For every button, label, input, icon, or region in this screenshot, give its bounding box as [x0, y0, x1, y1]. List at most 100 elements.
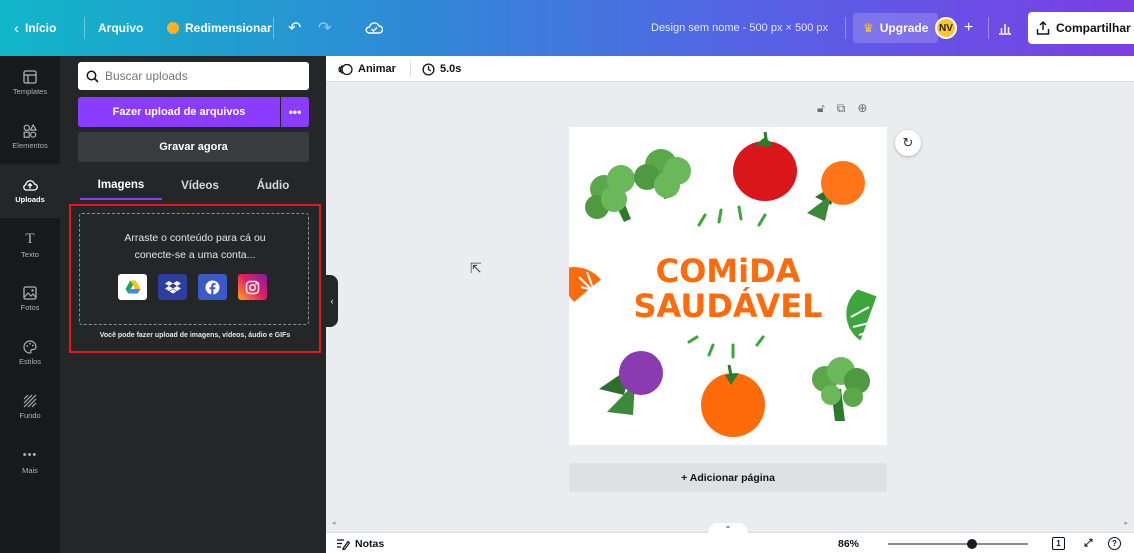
- chevron-left-icon: ‹: [330, 296, 334, 306]
- upload-dropzone[interactable]: Arraste o conteúdo para cá ou conecte-se…: [79, 213, 309, 325]
- resize-button[interactable]: Redimensionar: [167, 0, 272, 56]
- duplicate-page-icon[interactable]: ⧉: [837, 101, 846, 116]
- nav-label: Fundo: [19, 411, 41, 420]
- photos-icon: [23, 286, 37, 300]
- add-collaborator-button[interactable]: +: [964, 0, 973, 56]
- upload-files-button[interactable]: Fazer upload de arquivos: [78, 97, 280, 127]
- collapse-panel-button[interactable]: ‹: [326, 275, 338, 327]
- cloud-save-status[interactable]: [365, 0, 383, 56]
- divider: [988, 17, 989, 39]
- design-page[interactable]: COMiDA SAUDÁVEL: [569, 127, 887, 445]
- duration-button[interactable]: 5.0s: [422, 56, 461, 82]
- google-drive-button[interactable]: [118, 274, 147, 300]
- nav-elements[interactable]: Elementos: [0, 110, 60, 164]
- upload-options-button[interactable]: •••: [281, 97, 309, 127]
- zoom-slider-thumb[interactable]: [967, 539, 977, 549]
- tab-images[interactable]: Imagens: [80, 172, 162, 200]
- fullscreen-button[interactable]: ⤢: [1084, 533, 1092, 553]
- page-count-button[interactable]: 1: [1052, 533, 1065, 553]
- facebook-icon: [205, 280, 220, 295]
- add-page-button[interactable]: + Adicionar página: [569, 463, 887, 492]
- tab-audio[interactable]: Áudio: [243, 172, 303, 200]
- home-button[interactable]: ‹ Início: [14, 0, 56, 56]
- instagram-button[interactable]: [238, 274, 267, 300]
- duration-label: 5.0s: [440, 63, 462, 75]
- upgrade-button[interactable]: ♛ Upgrade: [853, 13, 939, 43]
- nav-background[interactable]: Fundo: [0, 380, 60, 434]
- share-button[interactable]: Compartilhar: [1028, 12, 1134, 44]
- beet-illustration: [599, 351, 663, 415]
- orange-illustration: [701, 364, 765, 437]
- design-name[interactable]: Design sem nome - 500 px × 500 px: [651, 0, 828, 56]
- search-box[interactable]: [78, 62, 309, 90]
- zoom-value[interactable]: 86%: [838, 533, 859, 553]
- dropbox-icon: [164, 281, 181, 294]
- notes-button[interactable]: Notas: [336, 533, 384, 553]
- search-input[interactable]: [105, 69, 295, 83]
- zoom-slider[interactable]: [888, 539, 1028, 549]
- tab-videos[interactable]: Vídeos: [170, 172, 230, 200]
- lock-icon[interactable]: 🔓︎: [817, 101, 825, 116]
- elements-icon: [23, 124, 37, 138]
- expand-pages-button[interactable]: ⌃: [708, 523, 748, 535]
- background-icon: [23, 394, 37, 408]
- divider: [84, 17, 85, 39]
- redo-icon: ↷: [318, 20, 332, 37]
- dropzone-line-2: conecte-se a uma conta...: [134, 249, 256, 261]
- undo-icon: ↶: [288, 20, 302, 37]
- design-title-line-2: SAUDÁVEL: [634, 287, 823, 325]
- broccoli-illustration: [812, 357, 870, 421]
- orange-illustration: [807, 161, 865, 221]
- notes-icon: [337, 538, 350, 550]
- nav-label: Mais: [22, 465, 38, 475]
- scroll-left-icon: ◂: [332, 520, 336, 527]
- nav-more[interactable]: ••• Mais: [0, 434, 60, 488]
- plus-icon: +: [964, 19, 974, 36]
- refresh-suggestions-button[interactable]: ↻: [895, 130, 921, 156]
- file-menu[interactable]: Arquivo: [98, 0, 143, 56]
- animate-button[interactable]: Animar: [338, 56, 396, 82]
- record-now-button[interactable]: Gravar agora: [78, 132, 309, 162]
- dropzone-line-1: Arraste o conteúdo para cá ou: [124, 232, 266, 244]
- decorative-rays-top: [697, 205, 767, 227]
- undo-button[interactable]: ↶: [288, 0, 301, 56]
- upgrade-label: Upgrade: [879, 21, 929, 35]
- cloud-check-icon: [365, 22, 383, 34]
- nav-label: Fotos: [20, 303, 40, 312]
- insights-button[interactable]: [998, 0, 1012, 56]
- nav-templates[interactable]: Templates: [0, 56, 60, 110]
- nav-uploads[interactable]: Uploads: [0, 164, 60, 218]
- notes-label: Notas: [355, 537, 385, 550]
- pages-icon: 1: [1052, 537, 1065, 550]
- nav-text[interactable]: T Texto: [0, 218, 60, 272]
- styles-icon: [23, 340, 37, 354]
- divider: [273, 17, 274, 39]
- editor-toolbar: Animar 5.0s: [326, 56, 1134, 82]
- scroll-right-icon: ▸: [1124, 520, 1128, 527]
- redo-button[interactable]: ↷: [318, 0, 331, 56]
- avatar[interactable]: NV: [935, 0, 957, 56]
- help-button[interactable]: ?: [1108, 533, 1121, 553]
- nav-label: Elementos: [12, 141, 48, 150]
- nav-label: Uploads: [15, 195, 45, 204]
- broccoli-illustration: [585, 149, 691, 222]
- tomato-illustration: [733, 131, 797, 201]
- chevron-left-icon: ‹: [14, 19, 19, 37]
- nav-styles[interactable]: Estilos: [0, 326, 60, 380]
- lime-slice-illustration: [846, 289, 877, 341]
- more-icon: •••: [22, 448, 38, 461]
- dropzone-text: Arraste o conteúdo para cá ou conecte-se…: [80, 230, 310, 264]
- dropbox-button[interactable]: [158, 274, 187, 300]
- divider: [410, 61, 411, 77]
- facebook-button[interactable]: [198, 274, 227, 300]
- upload-cloud-icon: [23, 180, 38, 191]
- help-icon: ?: [1108, 537, 1121, 550]
- nav-photos[interactable]: Fotos: [0, 272, 60, 326]
- divider: [845, 17, 846, 39]
- resize-label: Redimensionar: [185, 21, 272, 35]
- design-title-line-1: COMiDA: [656, 252, 801, 290]
- instagram-icon: [245, 280, 260, 294]
- add-page-icon[interactable]: ⊕: [857, 101, 867, 116]
- uploads-panel: Fazer upload de arquivos ••• Gravar agor…: [60, 56, 326, 553]
- share-upload-icon: [1036, 21, 1050, 35]
